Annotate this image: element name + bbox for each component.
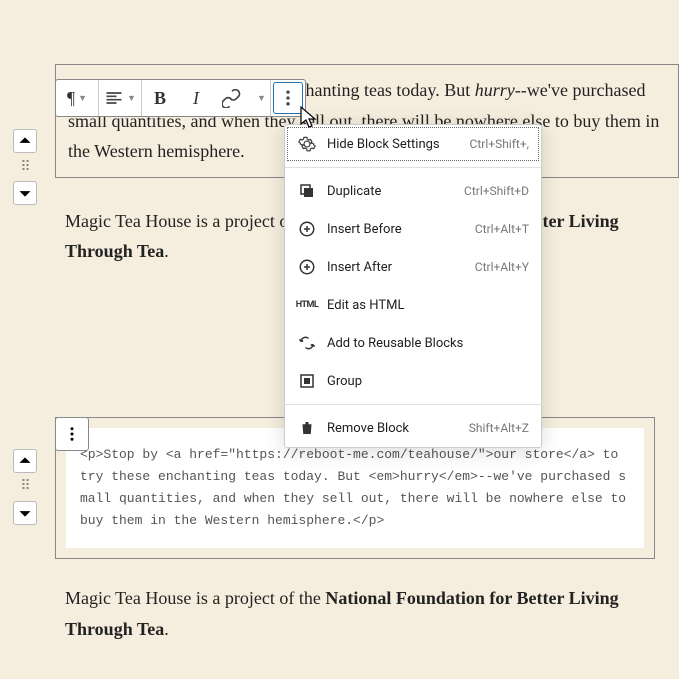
insert-before-icon bbox=[297, 219, 317, 239]
menu-duplicate[interactable]: Duplicate Ctrl+Shift+D bbox=[285, 172, 541, 210]
menu-hide-block-settings[interactable]: Hide Block Settings Ctrl+Shift+, bbox=[285, 125, 541, 163]
trash-icon bbox=[297, 418, 317, 438]
group-icon bbox=[297, 371, 317, 391]
block-more-options-button[interactable] bbox=[55, 417, 89, 451]
gear-icon bbox=[297, 134, 317, 154]
drag-handle-icon[interactable]: ⠿ bbox=[13, 477, 37, 497]
move-up-button[interactable] bbox=[13, 449, 37, 473]
block-type-button[interactable]: ¶▼ bbox=[56, 80, 98, 116]
menu-add-reusable[interactable]: Add to Reusable Blocks bbox=[285, 324, 541, 362]
duplicate-icon bbox=[297, 181, 317, 201]
drag-handle-icon[interactable]: ⠿ bbox=[13, 157, 37, 177]
menu-insert-before[interactable]: Insert Before Ctrl+Alt+T bbox=[285, 210, 541, 248]
more-options-button[interactable] bbox=[273, 82, 303, 114]
menu-insert-after[interactable]: Insert After Ctrl+Alt+Y bbox=[285, 248, 541, 286]
move-up-button[interactable] bbox=[13, 129, 37, 153]
bold-button[interactable]: B bbox=[142, 80, 178, 116]
following-paragraph: Magic Tea House is a project of the Nati… bbox=[65, 583, 669, 644]
menu-remove-block[interactable]: Remove Block Shift+Alt+Z bbox=[285, 409, 541, 447]
block-toolbar: ¶▼ ▼ B I ▼ bbox=[55, 79, 306, 117]
block-options-menu: Hide Block Settings Ctrl+Shift+, Duplica… bbox=[284, 124, 542, 448]
reusable-icon bbox=[297, 333, 317, 353]
align-button[interactable]: ▼ bbox=[99, 80, 141, 116]
menu-group[interactable]: Group bbox=[285, 362, 541, 400]
html-icon: HTML bbox=[297, 295, 317, 315]
italic-button[interactable]: I bbox=[178, 80, 214, 116]
menu-edit-html[interactable]: HTML Edit as HTML bbox=[285, 286, 541, 324]
insert-after-icon bbox=[297, 257, 317, 277]
move-down-button[interactable] bbox=[13, 501, 37, 525]
menu-separator bbox=[285, 404, 541, 405]
link-button[interactable] bbox=[214, 80, 250, 116]
move-down-button[interactable] bbox=[13, 181, 37, 205]
rich-text-more-button[interactable]: ▼ bbox=[250, 80, 270, 116]
menu-separator bbox=[285, 167, 541, 168]
